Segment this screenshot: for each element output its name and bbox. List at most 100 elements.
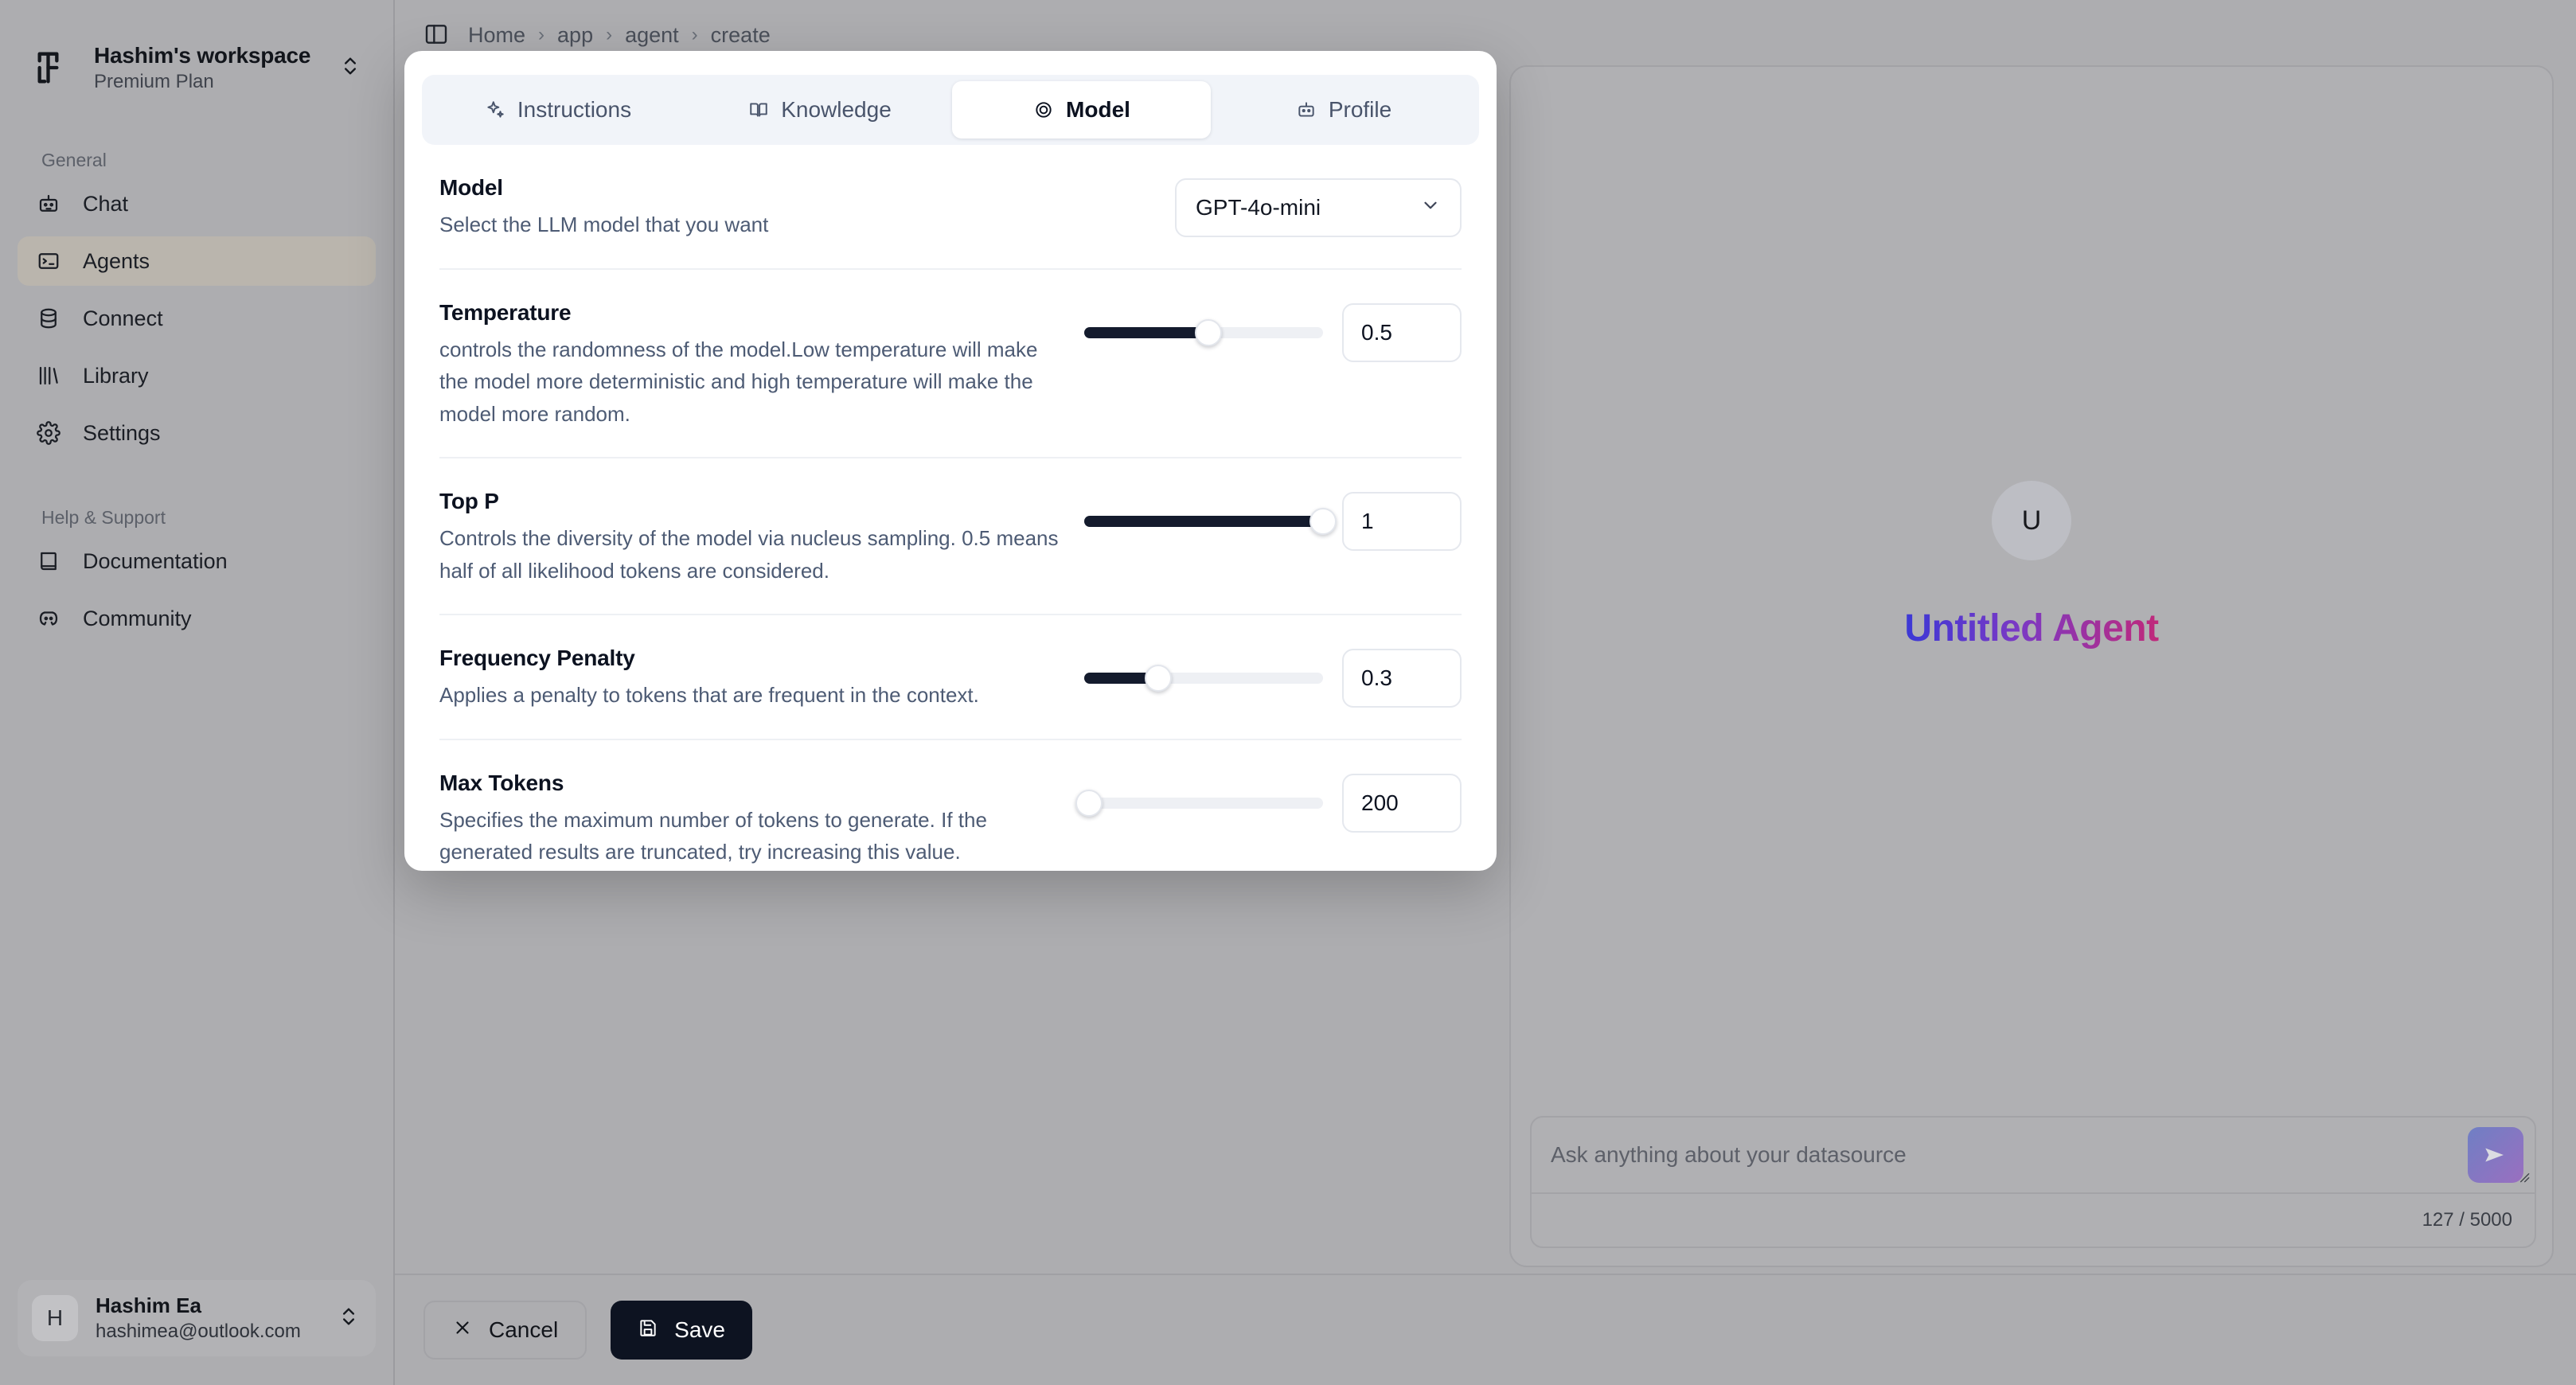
frequency-penalty-value-input[interactable]: 0.3: [1342, 649, 1462, 708]
tab-label: Knowledge: [781, 97, 892, 122]
cancel-button[interactable]: Cancel: [423, 1301, 587, 1360]
slider-thumb[interactable]: [1195, 318, 1222, 346]
breadcrumb-item-create[interactable]: create: [711, 23, 771, 48]
sidebar-item-settings[interactable]: Settings: [18, 408, 376, 458]
sidebar-item-library[interactable]: Library: [18, 351, 376, 400]
sidebar-item-label: Library: [83, 363, 149, 388]
setting-row-max-tokens: Max Tokens Specifies the maximum number …: [439, 740, 1462, 871]
breadcrumb-item-agent[interactable]: agent: [625, 23, 679, 48]
user-name: Hashim Ea: [96, 1293, 201, 1318]
sidebar-item-chat[interactable]: Chat: [18, 179, 376, 228]
chevron-up-down-icon[interactable]: [338, 1305, 361, 1332]
sidebar-item-documentation[interactable]: Documentation: [18, 536, 376, 586]
database-icon: [35, 305, 62, 332]
max-tokens-value-input[interactable]: 200: [1342, 773, 1462, 833]
chat-composer: Ask anything about your datasource 127 /…: [1530, 1116, 2536, 1248]
setting-title: Top P: [439, 489, 499, 514]
bot-icon: [35, 190, 62, 217]
sidebar-panel-icon[interactable]: [423, 21, 451, 49]
sidebar-group-label-general: General: [41, 150, 107, 171]
sidebar-group-label-help: Help & Support: [41, 507, 166, 529]
setting-description: Specifies the maximum number of tokens t…: [439, 807, 987, 864]
setting-description: controls the randomness of the model.Low…: [439, 337, 1038, 426]
save-button[interactable]: Save: [611, 1301, 752, 1360]
tab-instructions[interactable]: Instructions: [428, 81, 687, 138]
cancel-button-label: Cancel: [489, 1317, 559, 1342]
setting-row-temperature: Temperature controls the randomness of t…: [439, 270, 1462, 459]
frequency-penalty-slider[interactable]: [1084, 665, 1323, 692]
slider-fill: [1084, 516, 1323, 528]
chat-char-counter: 127 / 5000: [2422, 1209, 2512, 1231]
setting-description: Applies a penalty to tokens that are fre…: [439, 683, 979, 708]
sidebar-item-community[interactable]: Community: [18, 594, 376, 643]
sidebar-item-connect[interactable]: Connect: [18, 294, 376, 343]
tab-profile[interactable]: Profile: [1214, 81, 1473, 138]
sidebar-item-agents[interactable]: Agents: [18, 236, 376, 287]
setting-row-top-p: Top P Controls the diversity of the mode…: [439, 458, 1462, 616]
setting-title: Temperature: [439, 299, 572, 325]
sidebar-item-label: Community: [83, 606, 192, 630]
breadcrumb-item-home[interactable]: Home: [468, 23, 525, 48]
agent-avatar: U: [1992, 481, 2071, 560]
sidebar-item-label: Documentation: [83, 548, 228, 573]
top-p-value-input[interactable]: 1: [1342, 492, 1462, 552]
close-icon: [452, 1317, 473, 1344]
floppy-disk-icon: [638, 1317, 658, 1344]
workspace-logo-icon: [30, 45, 76, 91]
book-icon: [35, 548, 62, 575]
sidebar-nav-general: Chat Agents Connect Library Settings: [0, 179, 393, 466]
discord-icon: [35, 605, 62, 632]
agent-name-heading: Untitled Agent: [1904, 607, 2159, 650]
slider-thumb[interactable]: [1145, 665, 1172, 692]
model-settings-list: Model Select the LLM model that you want…: [422, 145, 1479, 871]
chat-input-placeholder: Ask anything about your datasource: [1551, 1142, 1907, 1167]
setting-row-model: Model Select the LLM model that you want…: [439, 145, 1462, 270]
avatar: H: [32, 1295, 78, 1342]
slider-thumb[interactable]: [1075, 789, 1103, 817]
tab-label: Model: [1066, 97, 1130, 122]
bot-icon: [1295, 99, 1317, 121]
gear-icon: [35, 419, 62, 447]
temperature-value-input[interactable]: 0.5: [1342, 302, 1462, 362]
temperature-slider[interactable]: [1084, 318, 1323, 346]
user-email: hashimea@outlook.com: [96, 1320, 301, 1342]
modal-tablist: Instructions Knowledge Model Profile: [422, 75, 1479, 145]
chevron-up-down-icon[interactable]: [339, 55, 363, 81]
app-root: Hashim's workspace Premium Plan General …: [0, 0, 2576, 1385]
slider-fill: [1084, 326, 1208, 338]
sidebar-nav-help: Documentation Community: [0, 536, 393, 651]
sidebar-item-label: Chat: [83, 191, 129, 216]
model-select-value: GPT-4o-mini: [1196, 195, 1321, 220]
slider-thumb[interactable]: [1309, 508, 1337, 536]
user-account-switcher[interactable]: H Hashim Ea hashimea@outlook.com: [18, 1280, 376, 1356]
tab-label: Profile: [1328, 97, 1392, 122]
model-select[interactable]: GPT-4o-mini: [1175, 178, 1462, 237]
terminal-icon: [35, 248, 62, 275]
breadcrumb-separator: ›: [538, 24, 545, 45]
library-icon: [35, 362, 62, 389]
chevron-down-icon: [1420, 195, 1441, 221]
tab-knowledge[interactable]: Knowledge: [690, 81, 949, 138]
top-p-slider[interactable]: [1084, 508, 1337, 536]
setting-row-frequency-penalty: Frequency Penalty Applies a penalty to t…: [439, 615, 1462, 740]
setting-title: Max Tokens: [439, 770, 564, 795]
setting-title: Frequency Penalty: [439, 646, 635, 671]
sparkles-icon: [484, 99, 506, 121]
modal-footer-actions: Cancel Save: [395, 1274, 2576, 1385]
sidebar-item-label: Settings: [83, 420, 161, 445]
sidebar-item-label: Agents: [83, 248, 150, 273]
workspace-switcher[interactable]: Hashim's workspace Premium Plan: [18, 27, 376, 108]
sidebar-item-label: Connect: [83, 306, 163, 330]
breadcrumb-item-app[interactable]: app: [557, 23, 593, 48]
resize-grip-icon[interactable]: [2516, 1168, 2531, 1189]
agent-config-modal: Instructions Knowledge Model Profile Mod…: [404, 51, 1497, 871]
chat-input-area[interactable]: Ask anything about your datasource: [1532, 1118, 2535, 1194]
setting-description: Select the LLM model that you want: [439, 213, 769, 236]
brain-icon: [1032, 99, 1055, 121]
slider-track: [1084, 797, 1323, 809]
agent-preview-panel: U Untitled Agent Ask anything about your…: [1509, 65, 2554, 1267]
max-tokens-slider[interactable]: [1075, 789, 1323, 817]
tab-model[interactable]: Model: [952, 81, 1211, 138]
setting-description: Controls the diversity of the model via …: [439, 526, 1059, 583]
